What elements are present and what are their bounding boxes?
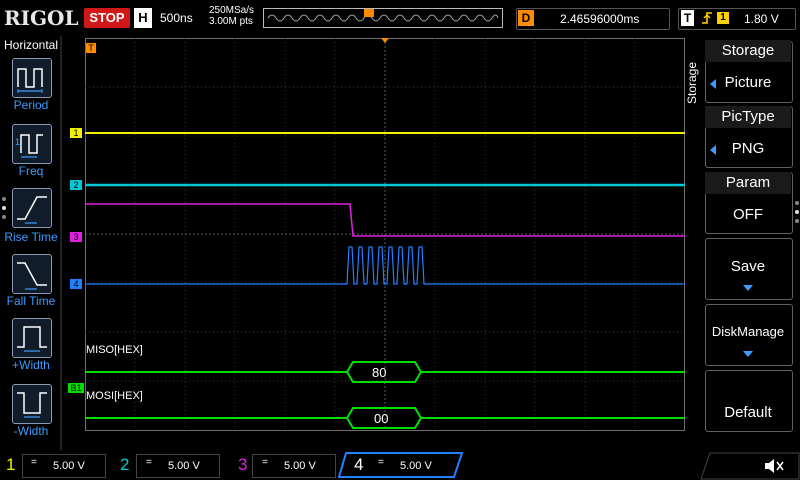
storage-menu-title: Storage — [705, 40, 791, 62]
ch2-scale: 5.00 V — [168, 460, 200, 472]
miso-value: 80 — [372, 365, 387, 380]
pictype-title: PicType — [705, 106, 791, 128]
speaker-mute-icon[interactable] — [762, 456, 786, 476]
sample-rate: 250MSa/s — [209, 5, 255, 16]
down-arrow-icon — [743, 285, 753, 291]
save-label: Save — [730, 258, 766, 275]
ch3-number[interactable]: 3 — [238, 455, 247, 475]
fall-time-label: Fall Time — [6, 294, 56, 308]
trigger-position-marker: T — [86, 43, 96, 53]
rise-time-label: Rise Time — [4, 230, 58, 244]
storage-side-label: Storage — [685, 62, 699, 104]
ch2-marker[interactable]: 2 — [70, 180, 82, 190]
ch4-number[interactable]: 4 — [354, 455, 363, 475]
ch1-number[interactable]: 1 — [6, 455, 15, 475]
trigger-edge-icon — [700, 10, 714, 29]
storage-type-value: Picture — [724, 74, 772, 91]
rise-time-icon — [17, 196, 47, 224]
ch4-scale: 5.00 V — [400, 460, 432, 472]
ch1-scale: 5.00 V — [53, 460, 85, 472]
delay-badge: D — [518, 10, 534, 26]
trigger-badge: T — [681, 10, 694, 26]
positive-width-icon — [17, 326, 47, 352]
mosi-value: 00 — [374, 411, 389, 426]
svg-text:1: 1 — [15, 137, 20, 147]
memory-depth: 3.00M pts — [209, 16, 253, 27]
ch3-coupling-icon: = — [262, 457, 268, 468]
frequency-button[interactable]: 1 — [12, 124, 52, 164]
ch1-marker[interactable]: 1 — [70, 128, 82, 138]
mosi-label: MOSI[HEX] — [86, 390, 143, 402]
memory-wave-icon — [267, 9, 499, 22]
pictype-value: PNG — [731, 140, 765, 157]
svg-text:Storage: Storage — [685, 62, 699, 104]
left-arrow-icon — [710, 79, 716, 89]
trigger-level-value: 1.80 V — [744, 12, 779, 26]
ch4-marker[interactable]: 4 — [70, 279, 82, 289]
trigger-source-badge: 1 — [717, 12, 729, 24]
default-button[interactable] — [705, 370, 793, 432]
positive-width-label: +Width — [12, 358, 50, 372]
param-value: OFF — [733, 206, 763, 223]
bus1-marker[interactable]: B1 — [68, 383, 84, 393]
down-arrow-icon — [743, 351, 753, 357]
ch3-marker[interactable]: 3 — [70, 232, 82, 242]
negative-width-label: -Width — [13, 424, 49, 438]
ch2-number[interactable]: 2 — [120, 455, 129, 475]
delay-value: 2.46596000ms — [560, 12, 640, 26]
period-label: Period — [13, 98, 49, 112]
ch3-scale: 5.00 V — [284, 460, 316, 472]
ch2-coupling-icon: = — [146, 457, 152, 468]
period-icon — [17, 68, 43, 93]
negative-width-button[interactable] — [12, 384, 52, 424]
ch1-coupling-icon: = — [31, 457, 37, 468]
brand-logo: RIGOL — [4, 6, 79, 30]
frequency-label: Freq — [18, 164, 44, 178]
page-indicator-icon — [2, 197, 6, 219]
frequency-icon: 1 — [15, 134, 43, 158]
default-label: Default — [724, 404, 772, 421]
param-title: Param — [705, 172, 791, 194]
diskmanage-label: DiskManage — [711, 324, 785, 339]
run-stop-status[interactable]: STOP — [84, 8, 130, 28]
memory-waveform-overview[interactable] — [263, 8, 503, 28]
positive-width-button[interactable] — [12, 318, 52, 358]
negative-width-icon — [17, 392, 47, 418]
horizontal-badge: H — [134, 8, 152, 28]
ch4-coupling-icon: = — [378, 457, 384, 468]
timebase-value[interactable]: 500ns — [160, 11, 193, 25]
left-arrow-icon — [710, 145, 716, 155]
fall-time-button[interactable] — [12, 254, 52, 294]
period-button[interactable] — [12, 58, 52, 98]
miso-label: MISO[HEX] — [86, 344, 143, 356]
page-indicator-icon — [795, 201, 799, 223]
left-menu-title: Horizontal — [3, 38, 59, 52]
rise-time-button[interactable] — [12, 188, 52, 228]
fall-time-icon — [17, 262, 47, 290]
